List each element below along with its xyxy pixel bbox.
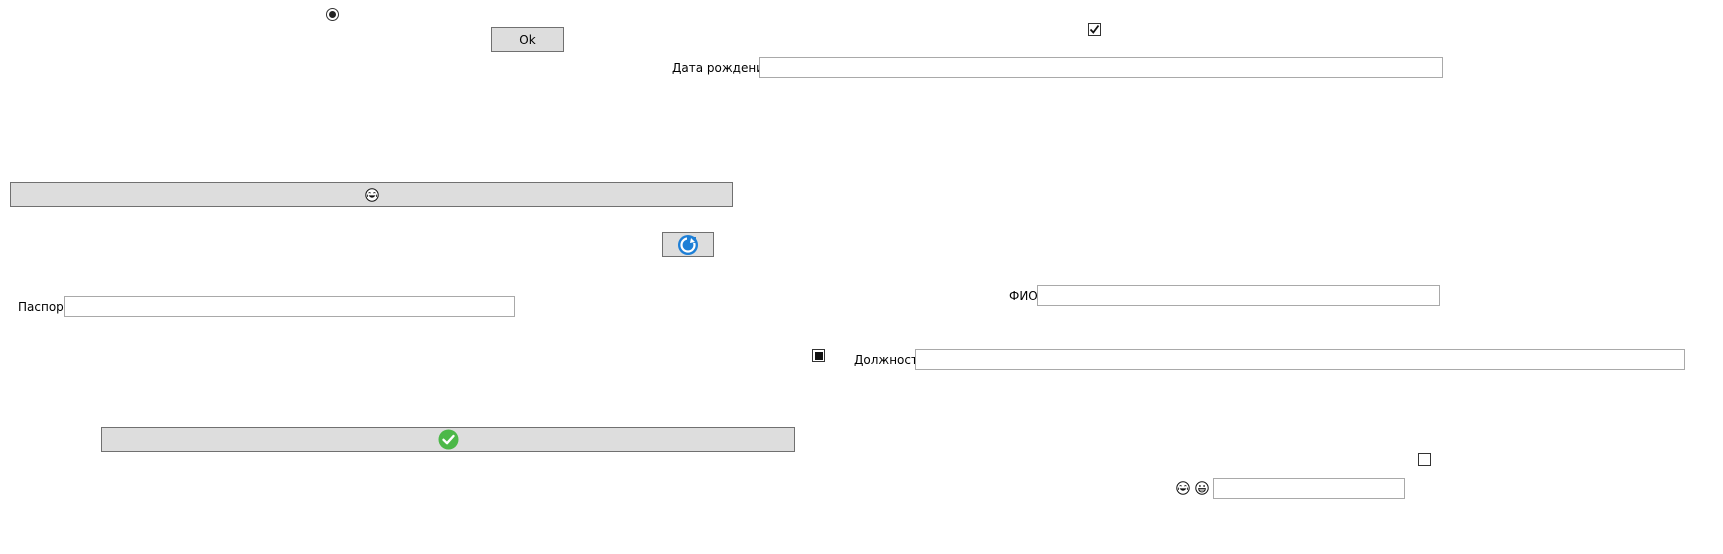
fio-label: ФИО [1009, 289, 1038, 303]
laughing-face-icon [1176, 481, 1190, 495]
indeterminate-checkbox[interactable] [812, 349, 825, 362]
refresh-blue-icon [678, 234, 698, 255]
passport-label: Паспорт [18, 300, 71, 314]
fio-field[interactable] [1037, 285, 1440, 306]
grinning-face-icon [1195, 481, 1209, 495]
option-radio[interactable] [326, 8, 339, 21]
position-field[interactable] [915, 349, 1685, 370]
checkmark-icon [1089, 24, 1100, 34]
radio-selected-dot [329, 11, 336, 18]
confirm-button[interactable] [101, 427, 795, 452]
indeterminate-mark [814, 351, 823, 360]
emoji-text-field[interactable] [1213, 478, 1405, 499]
refresh-button[interactable] [662, 232, 714, 257]
emoji-button[interactable] [10, 182, 733, 207]
bottom-checkbox[interactable] [1418, 453, 1431, 466]
laughing-face-icon [364, 187, 379, 202]
passport-field[interactable] [64, 296, 515, 317]
green-check-circle-icon [438, 429, 458, 450]
birth-date-label: Дата рождения [672, 61, 772, 75]
top-checkbox[interactable] [1088, 23, 1101, 36]
ok-button[interactable]: Ok [491, 27, 564, 52]
birth-date-field[interactable] [759, 57, 1443, 78]
